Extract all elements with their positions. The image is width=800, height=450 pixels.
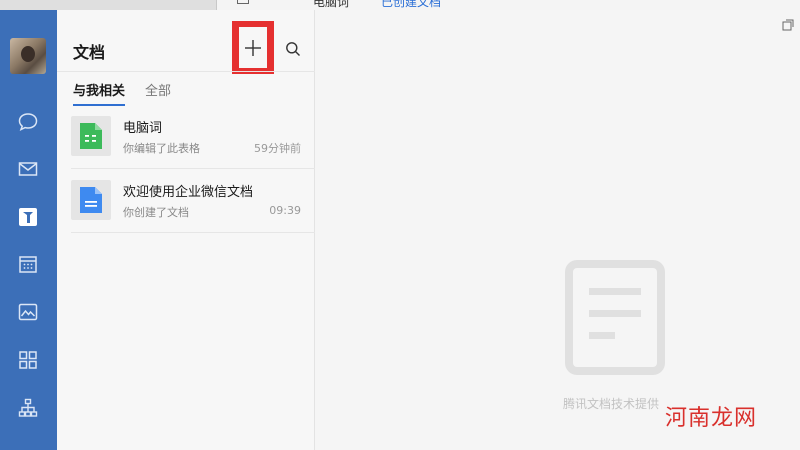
sidebar-nav (0, 10, 57, 450)
doc-desc: 你创建了文档 (123, 206, 189, 219)
calendar-icon[interactable] (14, 250, 42, 278)
divider (71, 168, 315, 169)
sheet-file-icon (80, 123, 102, 149)
doc-name: 电脑词 (123, 121, 163, 136)
add-doc-button[interactable] (232, 21, 274, 74)
main-content: 腾讯文档技术提供 河南龙网 (315, 10, 800, 450)
list-item[interactable]: 欢迎使用企业微信文档 你创建了文档 09:39 (71, 180, 301, 244)
grid-icon (237, 0, 249, 4)
background-window-link[interactable]: 已创建文档 (381, 0, 441, 10)
doc-desc: 你编辑了此表格 (123, 142, 200, 155)
doc-file-icon (80, 187, 102, 213)
org-chart-icon[interactable] (14, 394, 42, 422)
divider (71, 232, 315, 233)
docs-icon[interactable] (14, 203, 42, 231)
more-icon[interactable] (14, 438, 42, 450)
docs-panel: 文档 与我相关 全部 电脑词 你编辑了此表格 59分钟前 欢迎使用企业微信文档 … (57, 10, 315, 450)
chat-bubble-icon[interactable] (14, 108, 42, 136)
doc-thumbnail (71, 180, 111, 220)
provided-by-text: 腾讯文档技术提供 (563, 397, 660, 411)
avatar[interactable] (10, 38, 46, 74)
drive-icon[interactable] (14, 298, 42, 326)
background-window-strip: 电脑词 已创建文档 (0, 0, 800, 10)
page-title: 文档 (73, 43, 106, 62)
plus-icon[interactable] (239, 27, 267, 68)
list-item[interactable]: 电脑词 你编辑了此表格 59分钟前 (71, 116, 301, 180)
search-icon[interactable] (283, 39, 303, 59)
apps-grid-icon[interactable] (14, 346, 42, 374)
tab-all[interactable]: 全部 (145, 80, 171, 99)
divider (57, 71, 315, 72)
mail-icon[interactable] (14, 155, 42, 183)
watermark: 河南龙网 (665, 406, 758, 431)
background-window: 电脑词 已创建文档 (216, 0, 800, 10)
doc-time: 09:39 (269, 204, 301, 217)
empty-doc-icon (565, 260, 665, 375)
doc-time: 59分钟前 (254, 142, 301, 155)
popout-icon[interactable] (782, 16, 794, 31)
tab-related[interactable]: 与我相关 (73, 80, 126, 106)
doc-thumbnail (71, 116, 111, 156)
doc-name: 欢迎使用企业微信文档 (123, 185, 254, 200)
background-window-title: 电脑词 (313, 0, 350, 9)
